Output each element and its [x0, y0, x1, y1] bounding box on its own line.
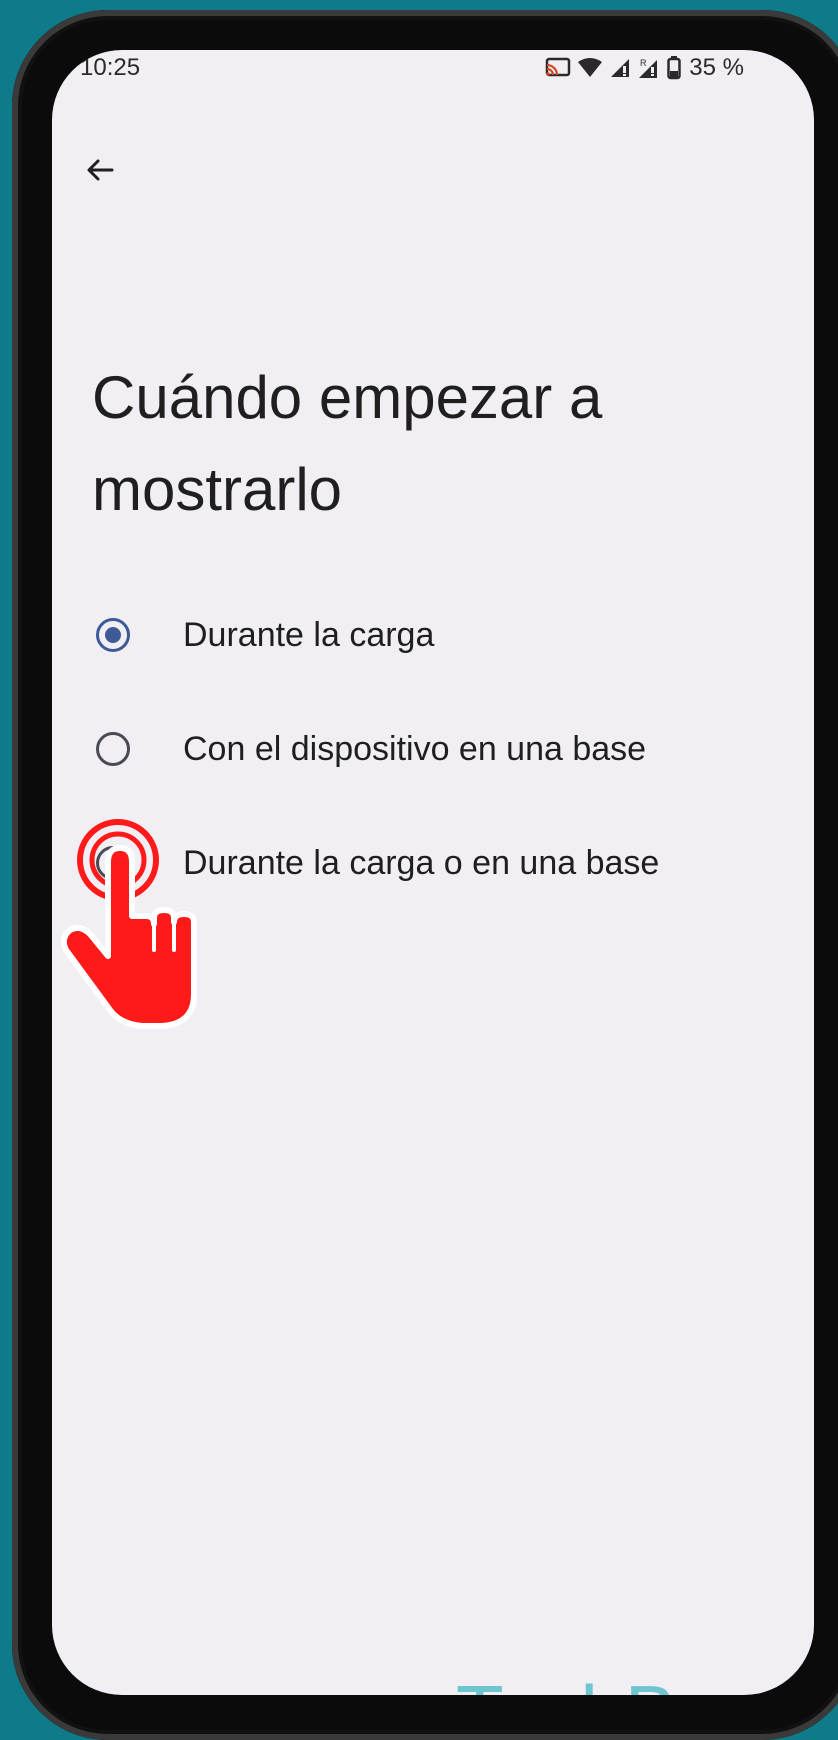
battery-icon: [667, 56, 682, 80]
radio-button[interactable]: [96, 732, 130, 766]
status-time: 10:25: [80, 54, 141, 81]
back-button[interactable]: [72, 142, 128, 198]
signal-icon: [611, 59, 630, 77]
radio-button-selected[interactable]: [96, 618, 130, 652]
option-durante-la-carga[interactable]: Durante la carga: [52, 578, 814, 692]
svg-text:R: R: [640, 58, 647, 68]
battery-level: 35 %: [689, 54, 744, 81]
option-con-el-dispositivo-en-una-base[interactable]: Con el dispositivo en una base: [52, 692, 814, 806]
roaming-signal-icon: R: [639, 58, 658, 78]
status-icons: R 35 %: [545, 54, 744, 82]
arrow-left-icon: [87, 159, 114, 181]
status-bar: 10:25 R 35 %: [52, 50, 814, 114]
page-title: Cuándo empezar a mostrarlo: [92, 364, 603, 524]
option-label: Durante la carga: [183, 615, 435, 654]
cast-icon: [546, 57, 571, 77]
tap-hand-icon: [60, 819, 197, 1029]
watermark: TechBone: [456, 1668, 811, 1695]
option-label: Con el dispositivo en una base: [183, 729, 647, 768]
wifi-icon: [578, 58, 603, 77]
option-label: Durante la carga o en una base: [183, 843, 660, 882]
